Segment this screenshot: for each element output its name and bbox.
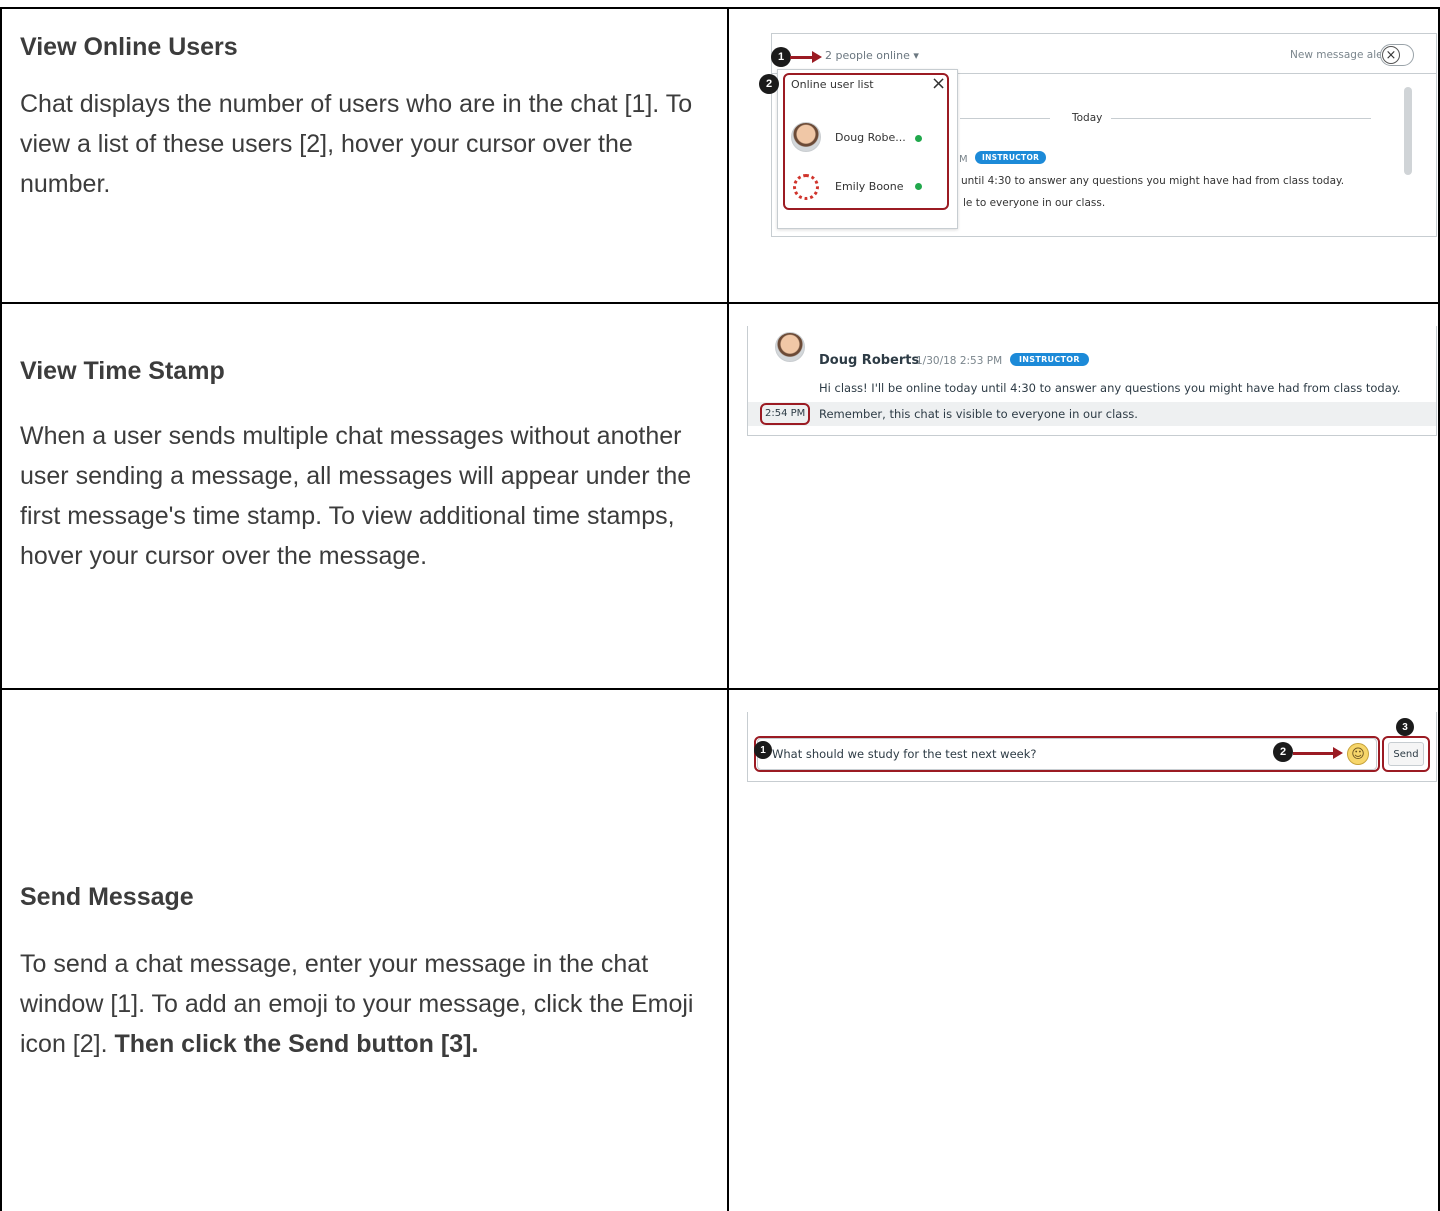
user-avatar-emily bbox=[793, 174, 819, 200]
instructor-badge-2: INSTRUCTOR bbox=[1010, 353, 1089, 366]
row-2-body: When a user sends multiple chat messages… bbox=[20, 416, 720, 576]
table-row-divider-2 bbox=[0, 688, 1440, 690]
toggle-knob: × bbox=[1382, 46, 1400, 64]
online-users-screenshot: 1 2 people online ▾ New message alerts ×… bbox=[747, 30, 1437, 237]
online-indicator-emily bbox=[915, 183, 922, 190]
user-name-doug: Doug Robe... bbox=[835, 131, 906, 144]
user-avatar-doug bbox=[791, 122, 821, 152]
callout-1-input: 1 bbox=[754, 741, 772, 759]
row-2-body-text: When a user sends multiple chat messages… bbox=[20, 422, 692, 570]
row-3-body: To send a chat message, enter your messa… bbox=[20, 944, 720, 1064]
partial-message-1: until 4:30 to answer any questions you m… bbox=[961, 175, 1345, 187]
hover-timestamp: 2:54 PM bbox=[765, 408, 806, 419]
row-3-text: Send Message To send a chat message, ent… bbox=[20, 882, 720, 1064]
send-button[interactable]: Send bbox=[1388, 742, 1424, 766]
row-1-title: View Online Users bbox=[20, 33, 238, 61]
message-author: Doug Roberts bbox=[819, 353, 920, 368]
instruction-table: View Online Users Chat displays the numb… bbox=[0, 0, 1440, 1211]
table-border-left bbox=[0, 7, 2, 1211]
callout-2: 2 bbox=[759, 74, 779, 94]
partial-message-2: le to everyone in our class. bbox=[963, 197, 1106, 209]
online-count-link[interactable]: 2 people online ▾ bbox=[825, 49, 919, 62]
row-2-title: View Time Stamp bbox=[20, 357, 225, 385]
date-divider-left bbox=[960, 118, 1050, 119]
row-1-text: View Online Users Chat displays the numb… bbox=[20, 32, 720, 204]
chat-scrollbar[interactable] bbox=[1404, 87, 1412, 175]
send-button-label: Send bbox=[1393, 748, 1419, 760]
message-text-2: Remember, this chat is visible to everyo… bbox=[819, 407, 1138, 421]
send-message-screenshot: 1 What should we study for the test next… bbox=[747, 712, 1437, 782]
table-divider-middle bbox=[727, 7, 729, 1211]
online-indicator-doug bbox=[915, 135, 922, 142]
date-divider-label: Today bbox=[1072, 112, 1103, 124]
popup-title: Online user list bbox=[791, 78, 874, 91]
timestamp-screenshot: Doug Roberts 1/30/18 2:53 PM INSTRUCTOR … bbox=[747, 326, 1437, 436]
emoji-icon[interactable]: ☺ bbox=[1347, 743, 1369, 765]
row-3-body-bold: Then click the Send button [3]. bbox=[114, 1030, 479, 1058]
user-name-emily: Emily Boone bbox=[835, 180, 904, 193]
row-1-body: Chat displays the number of users who ar… bbox=[20, 90, 693, 198]
author-avatar bbox=[775, 332, 805, 362]
row-3-title: Send Message bbox=[20, 883, 194, 911]
popup-close-icon[interactable]: × bbox=[931, 73, 946, 94]
chat-input-text: What should we study for the test next w… bbox=[772, 747, 1037, 761]
row-2-text: View Time Stamp When a user sends multip… bbox=[20, 356, 720, 576]
table-border-top bbox=[0, 7, 1440, 9]
callout-1: 1 bbox=[771, 47, 791, 67]
callout-2-emoji: 2 bbox=[1273, 742, 1293, 762]
date-divider-right bbox=[1111, 118, 1371, 119]
instructor-badge: INSTRUCTOR bbox=[975, 151, 1047, 164]
partial-timestamp: M bbox=[959, 154, 968, 165]
callout-2-arrow bbox=[1293, 747, 1343, 759]
callout-3-send: 3 bbox=[1396, 718, 1414, 736]
callout-1-arrow bbox=[790, 51, 822, 63]
message-timestamp: 1/30/18 2:53 PM bbox=[916, 355, 1003, 367]
alerts-toggle[interactable]: × bbox=[1380, 44, 1414, 66]
table-row-divider-1 bbox=[0, 302, 1440, 304]
message-text-1: Hi class! I'll be online today until 4:3… bbox=[819, 381, 1401, 395]
